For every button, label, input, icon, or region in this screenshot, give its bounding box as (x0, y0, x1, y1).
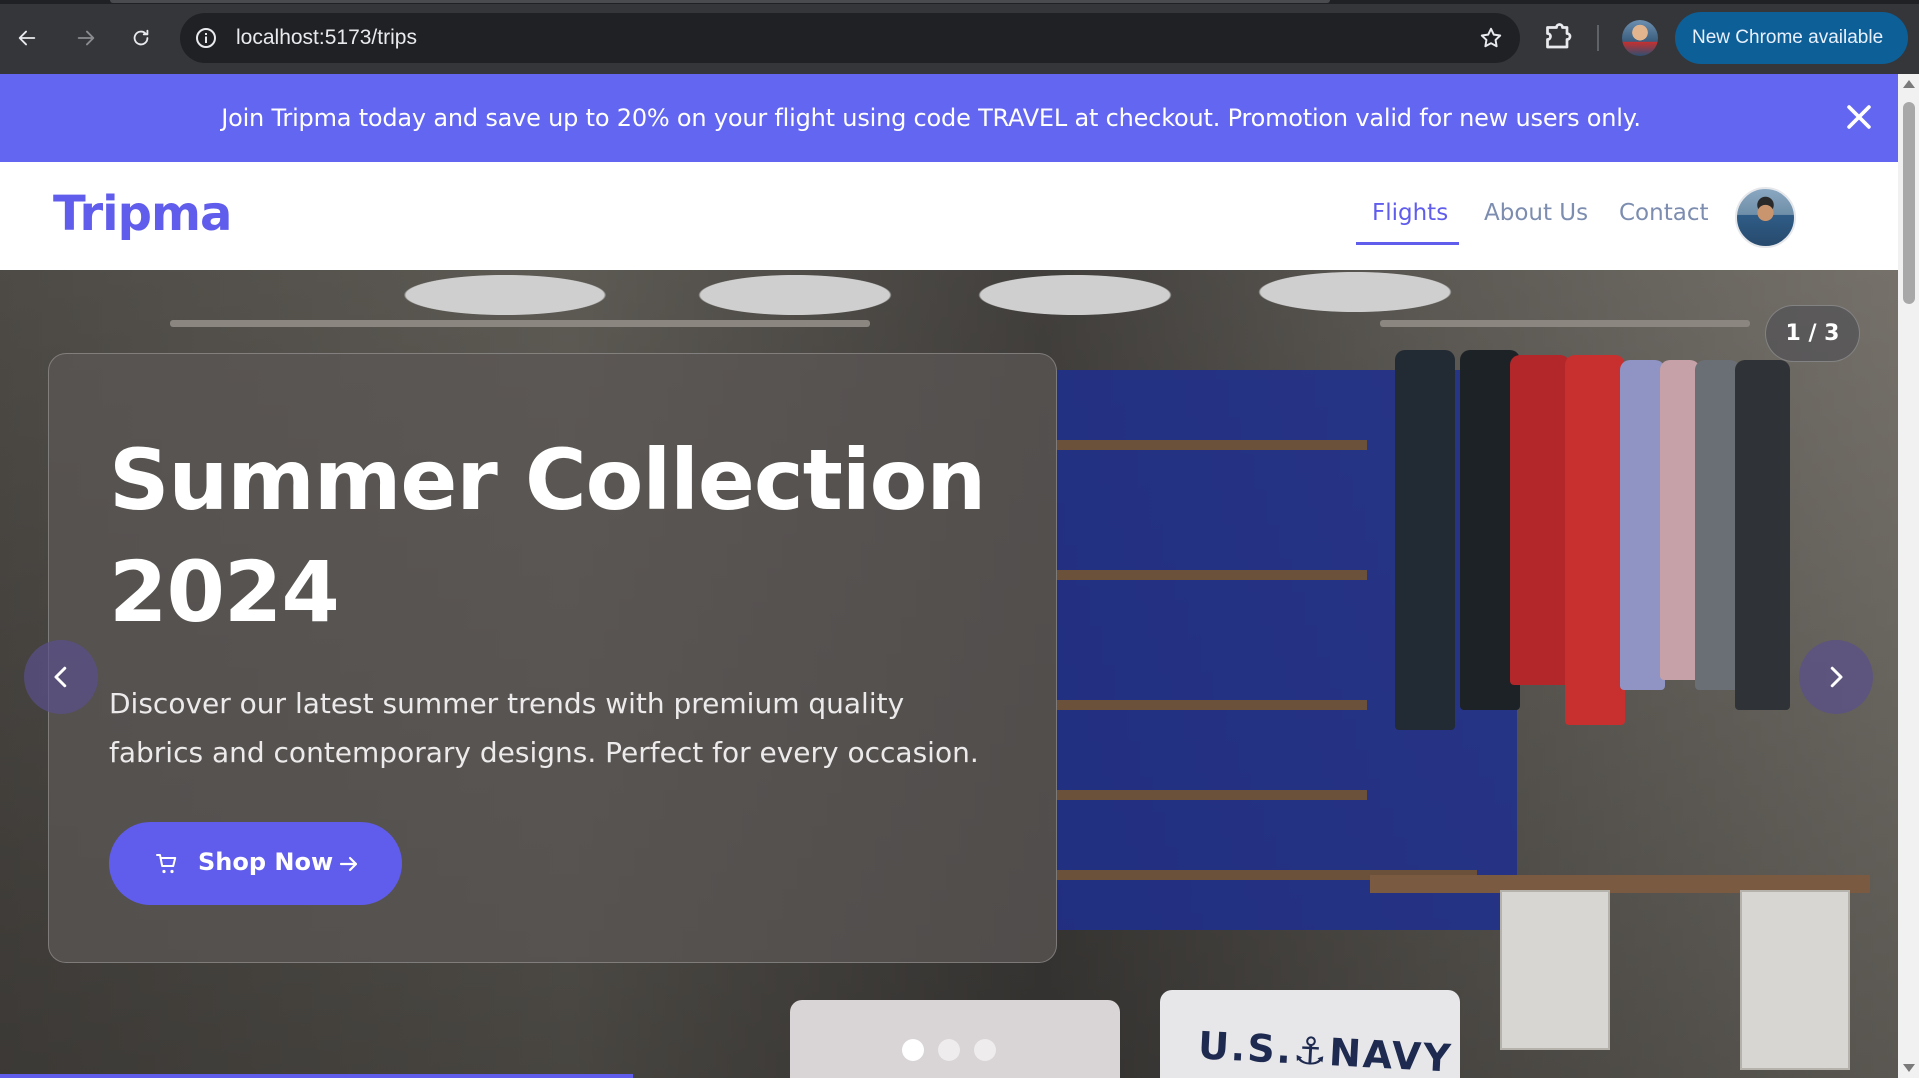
user-avatar[interactable] (1735, 187, 1796, 248)
tab-strip-hint (110, 0, 1330, 3)
clothing-rack (1380, 320, 1750, 327)
hero-title-line2: 2024 (109, 543, 340, 641)
browser-toolbar: localhost:5173/trips New Chrome availabl… (0, 0, 1919, 74)
scroll-up-icon[interactable] (1903, 80, 1915, 88)
carousel-dot-2[interactable] (938, 1039, 960, 1061)
carousel-dots (902, 1039, 996, 1061)
chrome-update-label: New Chrome available (1692, 27, 1884, 48)
wall-shelf (1057, 700, 1367, 710)
nav-contact[interactable]: Contact (1619, 200, 1708, 226)
carousel-dot-1[interactable] (902, 1039, 924, 1061)
carousel-prev-button[interactable] (24, 640, 98, 714)
hero-carousel: U.S.⚓NAVY Summer Collection 2024 Discove… (0, 270, 1898, 1078)
shirt (1660, 360, 1700, 680)
back-button[interactable] (8, 19, 46, 57)
wall-shelf (1057, 570, 1367, 580)
jacket (1565, 355, 1625, 725)
promo-banner: Join Tripma today and save up to 20% on … (0, 74, 1898, 162)
slide-progress-bar (0, 1074, 633, 1078)
address-bar[interactable]: localhost:5173/trips (180, 13, 1520, 63)
shirt (1695, 360, 1740, 690)
cinder-block (1500, 890, 1610, 1050)
forward-button[interactable] (67, 19, 105, 57)
page-viewport: Join Tripma today and save up to 20% on … (0, 74, 1898, 1078)
cinder-block (1740, 890, 1850, 1070)
promo-text: Join Tripma today and save up to 20% on … (221, 104, 1641, 132)
jacket (1510, 355, 1570, 685)
toolbar-divider (1597, 25, 1599, 51)
extensions-icon[interactable] (1540, 20, 1576, 56)
close-icon[interactable] (1842, 100, 1876, 134)
chrome-update-button[interactable]: New Chrome available (1675, 12, 1908, 64)
hero-title-line1: Summer Collection (109, 431, 986, 529)
shop-now-label: Shop Now (198, 848, 334, 876)
carousel-dot-3[interactable] (974, 1039, 996, 1061)
reload-button[interactable] (122, 19, 160, 57)
scroll-thumb[interactable] (1903, 102, 1915, 304)
forward-arrow-icon (77, 30, 95, 46)
arrow-right-icon (339, 856, 358, 872)
wall-shelf (1057, 440, 1367, 450)
nav-flights[interactable]: Flights (1372, 200, 1448, 226)
clothing-rack (170, 320, 870, 327)
logo[interactable]: Tripma (53, 186, 232, 242)
bookmark-star-icon[interactable] (1478, 25, 1504, 51)
jacket (1395, 350, 1455, 730)
profile-avatar[interactable] (1622, 20, 1658, 56)
slide-counter: 1 / 3 (1765, 305, 1860, 362)
url-text[interactable]: localhost:5173/trips (236, 26, 417, 50)
nav-about-us[interactable]: About Us (1484, 200, 1588, 226)
tab-strip-edge (0, 0, 1919, 4)
shirt (1620, 360, 1665, 690)
page-scrollbar[interactable] (1898, 74, 1919, 1078)
shop-now-button[interactable]: Shop Now (109, 822, 402, 905)
site-header: Tripma Flights About Us Contact (0, 162, 1898, 270)
jacket (1735, 360, 1790, 710)
site-info-icon[interactable] (194, 26, 218, 50)
nav-active-indicator (1356, 242, 1459, 245)
carousel-next-button[interactable] (1799, 640, 1873, 714)
reload-icon (133, 29, 149, 46)
scroll-down-icon[interactable] (1903, 1064, 1915, 1072)
chevron-left-icon (54, 666, 67, 688)
hero-title: Summer Collection 2024 (109, 424, 1009, 648)
hero-content-card: Summer Collection 2024 Discover our late… (48, 353, 1057, 963)
back-arrow-icon (18, 30, 36, 46)
cart-icon (156, 854, 177, 874)
chevron-right-icon (1830, 666, 1843, 688)
wall-shelf (1057, 790, 1367, 800)
hero-description: Discover our latest summer trends with p… (109, 687, 979, 769)
